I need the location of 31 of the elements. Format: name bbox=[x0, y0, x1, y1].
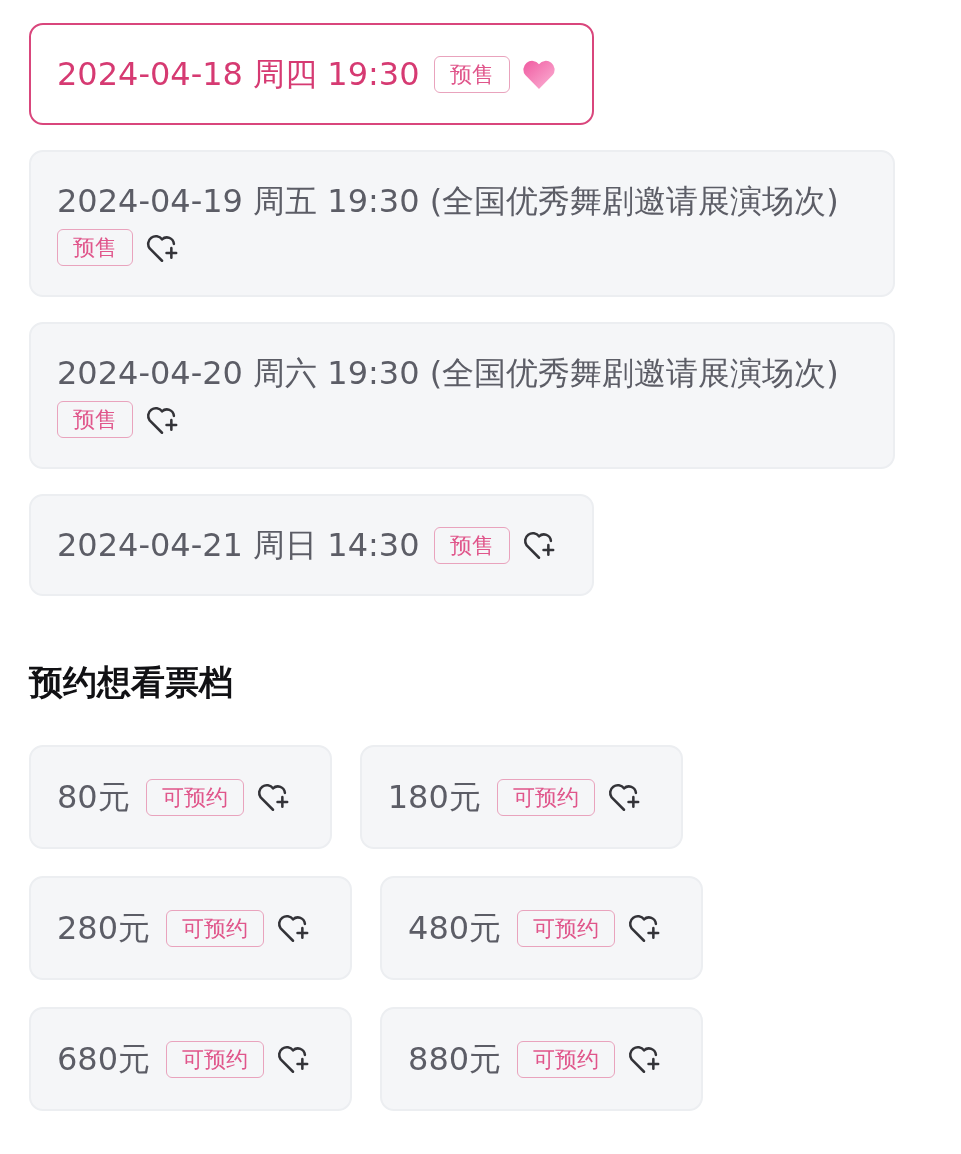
heart-plus-icon[interactable] bbox=[276, 913, 311, 943]
status-badge: 可预约 bbox=[166, 1040, 265, 1078]
status-badge: 可预约 bbox=[517, 1040, 616, 1078]
session-option[interactable]: 2024-04-19 周五 19:30 (全国优秀舞剧邀请展演场次) 预售 bbox=[29, 150, 895, 297]
heart-plus-icon[interactable] bbox=[255, 782, 290, 812]
heart-plus-icon[interactable] bbox=[145, 404, 179, 435]
heart-plus-icon[interactable] bbox=[627, 913, 662, 943]
price-option[interactable]: 80元 可预约 bbox=[29, 745, 332, 849]
heart-icon[interactable] bbox=[521, 59, 556, 89]
status-badge: 预售 bbox=[433, 526, 510, 564]
session-option[interactable]: 2024-04-20 周六 19:30 (全国优秀舞剧邀请展演场次) 预售 bbox=[29, 322, 895, 469]
price-option[interactable]: 680元 可预约 bbox=[29, 1007, 353, 1111]
heart-plus-icon[interactable] bbox=[145, 232, 179, 263]
status-badge: 预售 bbox=[433, 55, 510, 93]
status-badge: 可预约 bbox=[145, 778, 244, 816]
status-badge: 可预约 bbox=[496, 778, 595, 816]
heart-plus-icon[interactable] bbox=[521, 530, 556, 560]
status-badge: 可预约 bbox=[517, 909, 616, 947]
section-heading: 预约想看票档 bbox=[29, 661, 233, 704]
price-option[interactable]: 180元 可预约 bbox=[359, 745, 683, 849]
heart-plus-icon[interactable] bbox=[606, 782, 641, 812]
heart-plus-icon[interactable] bbox=[627, 1044, 662, 1074]
price-option[interactable]: 280元 可预约 bbox=[29, 876, 353, 980]
status-badge: 预售 bbox=[57, 229, 133, 266]
session-option[interactable]: 2024-04-21 周日 14:30 预售 bbox=[29, 494, 594, 596]
price-option[interactable]: 880元 可预约 bbox=[380, 1007, 704, 1111]
price-option[interactable]: 480元 可预约 bbox=[380, 876, 704, 980]
heart-plus-icon[interactable] bbox=[276, 1044, 311, 1074]
status-badge: 预售 bbox=[57, 401, 133, 438]
status-badge: 可预约 bbox=[166, 909, 265, 947]
session-option[interactable]: 2024-04-18 周四 19:30 预售 bbox=[29, 23, 594, 125]
